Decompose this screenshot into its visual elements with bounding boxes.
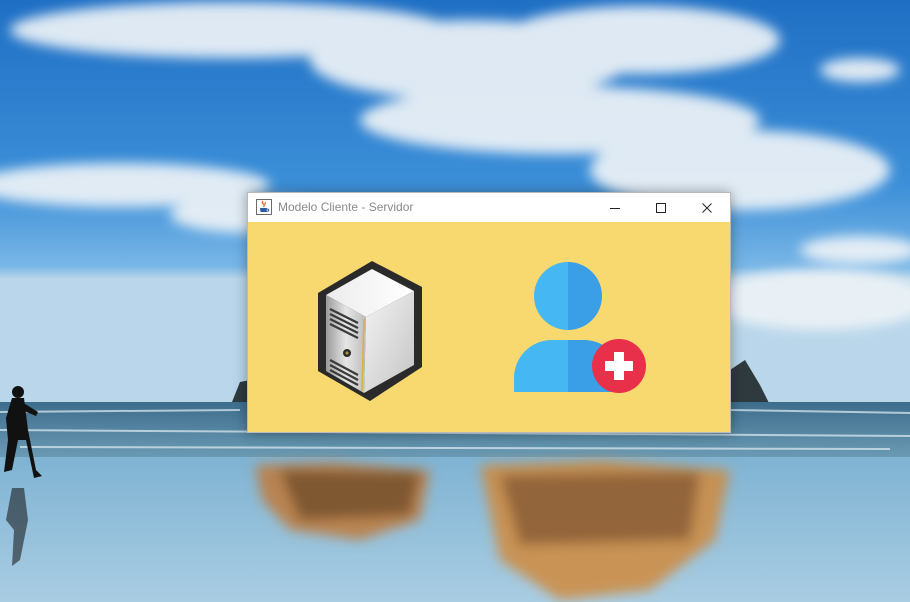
window-title: Modelo Cliente - Servidor: [278, 200, 414, 214]
minimize-button[interactable]: [592, 193, 638, 222]
add-client-button[interactable]: [510, 260, 650, 398]
maximize-icon: [656, 203, 666, 213]
add-user-icon: [514, 262, 646, 393]
app-window: Modelo Cliente - Servidor: [247, 192, 731, 433]
close-button[interactable]: [684, 193, 730, 222]
server-tower-icon: [318, 261, 422, 401]
maximize-button[interactable]: [638, 193, 684, 222]
content-panel: [248, 222, 730, 432]
title-bar[interactable]: Modelo Cliente - Servidor: [248, 193, 730, 222]
minimize-icon: [610, 208, 620, 209]
java-cup-icon: [256, 199, 272, 215]
desktop: Modelo Cliente - Servidor: [0, 0, 910, 602]
server-button[interactable]: [314, 257, 426, 405]
close-icon: [702, 203, 712, 213]
